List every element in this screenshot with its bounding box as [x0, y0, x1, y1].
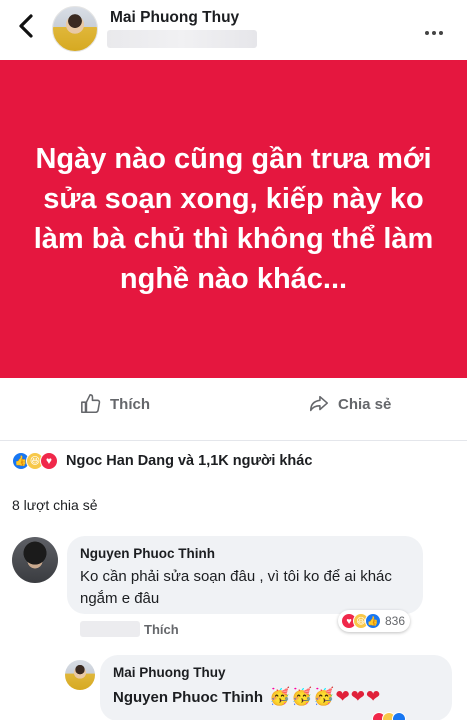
comment-like-button[interactable]: Thích	[144, 622, 179, 637]
post-text: Ngày nào cũng gần trưa mới sửa soạn xong…	[33, 143, 434, 295]
comment-text: Ko cần phải sửa soạn đâu , vì tôi ko để …	[80, 568, 392, 607]
heart-emoji: ❤	[350, 687, 366, 706]
chevron-left-icon	[19, 14, 33, 38]
heart-emoji: ❤	[335, 687, 350, 706]
commenter-avatar[interactable]	[12, 537, 58, 583]
author-avatar[interactable]	[52, 6, 98, 52]
partying-face-emoji: 🥳	[269, 687, 291, 706]
like-reaction-icon: 👍	[365, 613, 381, 629]
post-header: Mai Phuong Thuy	[0, 0, 467, 58]
redacted-subtitle	[107, 30, 257, 48]
reactions-summary-text: Ngoc Han Dang và 1,1K người khác	[66, 453, 313, 469]
post-action-bar: Thích Chia sẻ	[0, 393, 467, 433]
comment-author[interactable]: Nguyen Phuoc Thinh	[80, 546, 215, 561]
reaction-icons: 👍 😆 ♥	[12, 452, 58, 470]
comment-bubble: Nguyen Phuoc Thinh Ko cần phải sửa soạn …	[67, 536, 423, 614]
reply-bubble: Mai Phuong Thuy Nguyen Phuoc Thinh 🥳 🥳 🥳…	[100, 655, 452, 720]
share-arrow-icon	[309, 395, 329, 412]
post-content[interactable]: Ngày nào cũng gần trưa mới sửa soạn xong…	[0, 60, 467, 378]
partying-face-emoji: 🥳	[291, 687, 313, 706]
like-label: Thích	[110, 395, 150, 413]
redacted-timestamp	[80, 621, 140, 637]
share-label: Chia sẻ	[338, 395, 392, 413]
divider	[0, 440, 467, 441]
more-horizontal-icon	[425, 31, 429, 35]
more-dot	[439, 31, 443, 35]
love-reaction-icon: ♥	[40, 452, 58, 470]
share-button[interactable]: Chia sẻ	[308, 393, 391, 415]
reply-text: Nguyen Phuoc Thinh 🥳 🥳 🥳 ❤ ❤ ❤	[113, 687, 381, 707]
back-button[interactable]	[16, 12, 38, 40]
comment-reaction-count: 836	[385, 614, 406, 628]
reply-author[interactable]: Mai Phuong Thuy	[113, 665, 226, 680]
heart-emoji: ❤	[366, 687, 381, 706]
shares-count[interactable]: 8 lượt chia sẻ	[12, 497, 97, 513]
more-dot	[432, 31, 436, 35]
thumbs-up-icon	[81, 394, 101, 414]
reply-mention[interactable]: Nguyen Phuoc Thinh	[113, 689, 263, 706]
comment-reactions[interactable]: ♥ 😆 👍 836	[338, 610, 411, 632]
reply-author-avatar[interactable]	[65, 660, 95, 690]
like-button[interactable]: Thích	[80, 393, 150, 415]
more-options-button[interactable]	[425, 22, 447, 35]
partying-face-emoji: 🥳	[313, 687, 335, 706]
comment-meta: Thích	[80, 620, 179, 638]
reactions-summary[interactable]: 👍 😆 ♥ Ngoc Han Dang và 1,1K người khác	[12, 450, 312, 472]
reply-reactions[interactable]	[372, 712, 406, 720]
author-name[interactable]: Mai Phuong Thuy	[110, 9, 239, 27]
like-reaction-icon	[392, 712, 406, 720]
